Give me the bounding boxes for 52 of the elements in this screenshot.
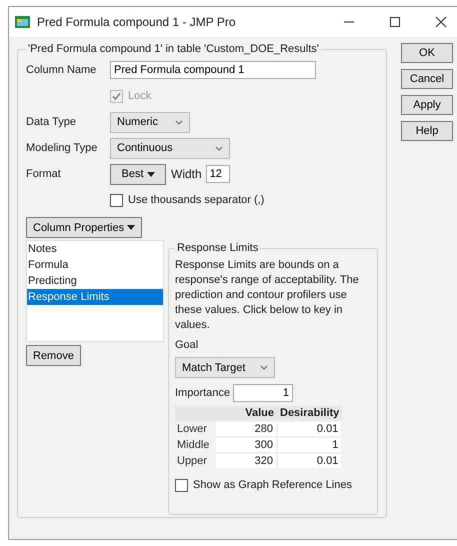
field-label: Data Type xyxy=(26,116,77,128)
goal-dropdown[interactable]: Match Target xyxy=(175,357,275,378)
dialog-button[interactable]: Cancel xyxy=(401,69,453,89)
table-cell[interactable]: 320 xyxy=(215,453,277,469)
group-title: Response Limits xyxy=(176,242,260,254)
format-dropdown[interactable]: Best xyxy=(110,164,166,184)
group-title: 'Pred Formula compound 1' in table 'Custom_DOE_Results' xyxy=(27,43,320,55)
field-label: Column Name xyxy=(26,64,98,76)
list-item[interactable]: Formula xyxy=(27,257,163,273)
chevron-down-icon xyxy=(215,146,223,150)
checkbox-label: Show as Graph Reference Lines xyxy=(193,479,352,491)
data-type-dropdown[interactable]: Numeric xyxy=(110,112,190,132)
chevron-down-icon xyxy=(175,120,183,124)
reference-lines-checkbox[interactable] xyxy=(175,478,188,492)
table-cell[interactable]: 300 xyxy=(215,437,277,453)
remove-button[interactable]: Remove xyxy=(26,345,81,366)
row-label: Lower xyxy=(175,421,215,437)
width-field[interactable]: 12 xyxy=(206,165,230,183)
importance-label: Importance xyxy=(175,387,230,399)
field-label: Modeling Type xyxy=(26,142,98,154)
width-label: Width xyxy=(171,167,202,181)
dialog-button[interactable]: OK xyxy=(401,43,453,63)
column-header: Desirability xyxy=(277,406,342,421)
caret-icon xyxy=(127,225,136,230)
list-item[interactable]: Notes xyxy=(27,241,163,257)
list-item[interactable]: Predicting xyxy=(27,273,163,289)
column-properties-button[interactable]: Column Properties xyxy=(26,217,142,238)
column-name-field[interactable]: Pred Formula compound 1 xyxy=(110,61,316,79)
goal-label: Goal xyxy=(175,339,200,351)
maximize-icon[interactable] xyxy=(389,16,401,28)
importance-field[interactable]: 1 xyxy=(233,384,294,402)
table-cell[interactable]: 0.01 xyxy=(277,453,342,469)
column-header: Value xyxy=(215,406,277,421)
dialog-button[interactable]: Help xyxy=(401,121,453,141)
description-text: Response Limits are bounds on a response's range of acceptability. The prediction and contour profilers use these values. Click below to key in values. xyxy=(175,258,360,333)
list-item[interactable]: Response Limits xyxy=(27,289,163,305)
table-cell[interactable]: 0.01 xyxy=(277,421,342,437)
checkbox-label: Lock xyxy=(128,90,152,102)
caret-icon xyxy=(146,172,154,176)
window-title: Pred Formula compound 1 - JMP Pro xyxy=(37,15,237,29)
checkbox-label: Use thousands separator (,) xyxy=(128,194,264,206)
app-icon xyxy=(15,15,31,29)
row-label: Middle xyxy=(176,438,210,453)
close-icon[interactable] xyxy=(435,16,447,28)
row-label: Upper xyxy=(176,454,208,469)
table-cell[interactable]: 280 xyxy=(215,421,277,437)
chevron-down-icon xyxy=(260,365,268,370)
table-cell[interactable]: 1 xyxy=(277,437,342,453)
dialog-button[interactable]: Apply xyxy=(401,95,453,115)
field-label: Format xyxy=(26,168,62,180)
modeling-type-dropdown[interactable]: Continuous xyxy=(110,138,230,158)
thousands-checkbox[interactable] xyxy=(110,194,123,206)
